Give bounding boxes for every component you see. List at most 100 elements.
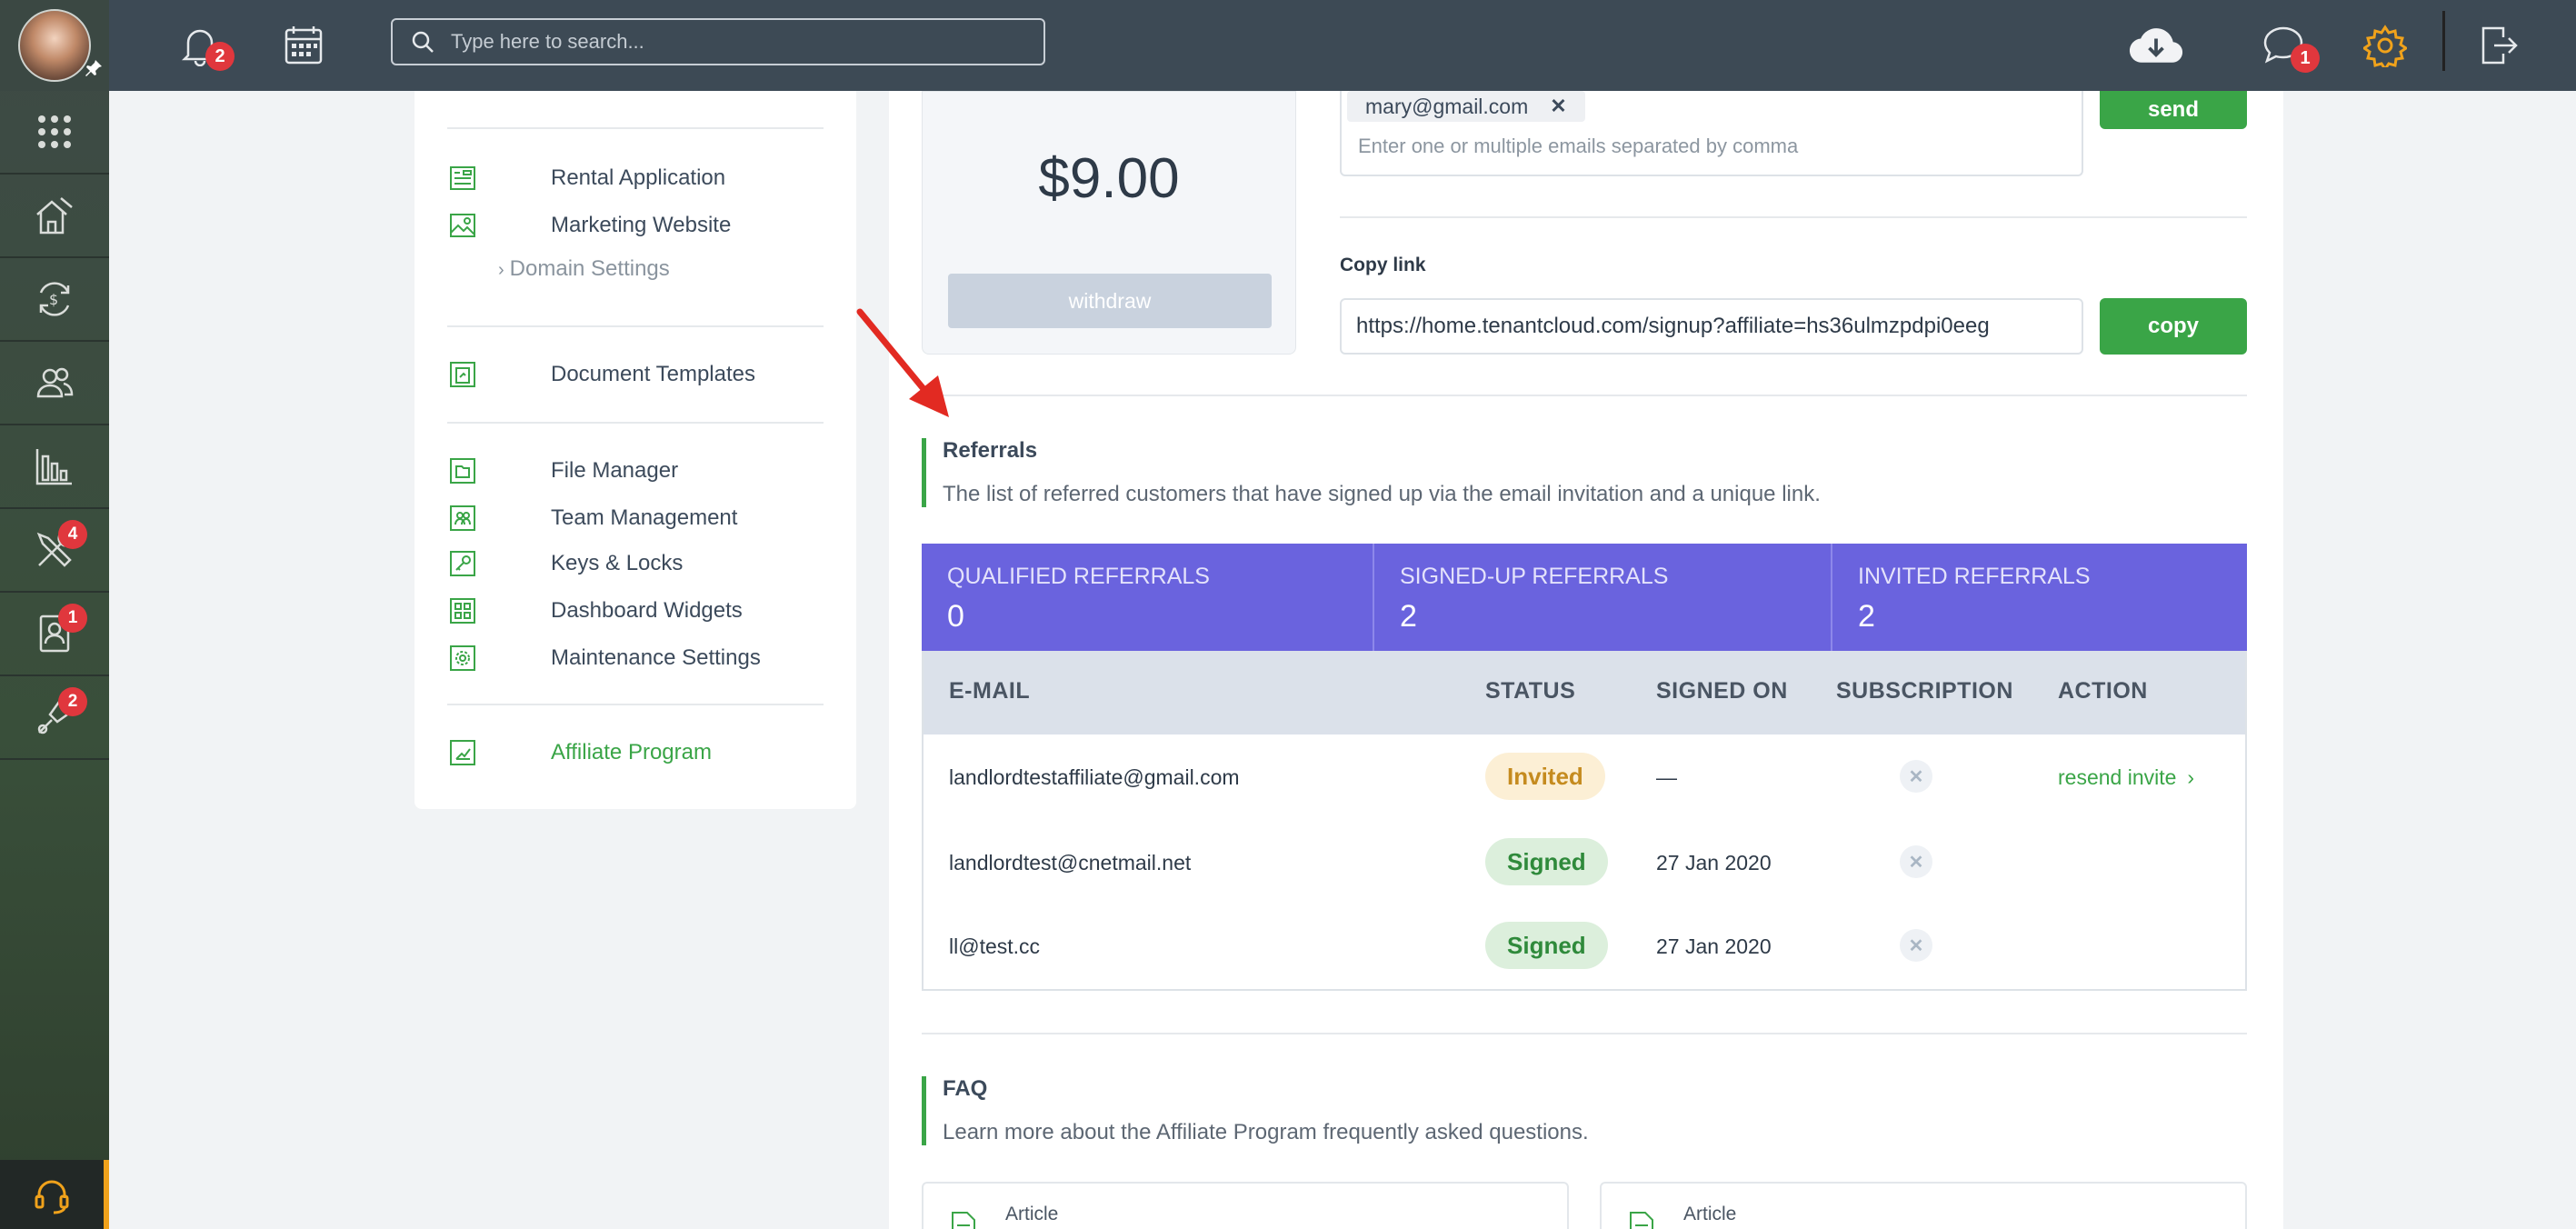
settings-button[interactable] [2358,18,2412,73]
logout-button[interactable] [2472,18,2527,73]
rail-tenants[interactable] [0,342,109,425]
support-button[interactable] [0,1160,109,1229]
menu-item-marketing-website[interactable]: Marketing Website [447,207,731,244]
menu-item-keys-locks[interactable]: Keys & Locks [447,545,683,582]
rail-payments[interactable]: $ [0,258,109,342]
pin-icon [85,60,102,76]
table-row: landlordtest@cnetmail.net Signed 27 Jan … [924,820,2245,905]
remove-chip-icon[interactable]: ✕ [1550,95,1566,118]
send-button[interactable]: send [2100,91,2247,129]
no-subscription-icon: ✕ [1900,760,1932,793]
stat-qualified: QUALIFIED REFERRALS 0 [922,544,1374,651]
user-avatar[interactable] [0,0,109,91]
search-box[interactable]: Type here to search... [391,18,1045,65]
left-rail: $ 4 1 2 [0,0,109,1229]
annotation-arrow-icon [856,308,949,417]
calendar-button[interactable] [276,18,331,73]
resend-invite-link[interactable]: resend invite › [2058,765,2194,790]
apps-grid-icon [38,115,71,148]
menu-item-document-templates[interactable]: Document Templates [447,356,755,393]
faq-title: FAQ [943,1076,988,1101]
rail-contacts[interactable]: 1 [0,593,109,676]
menu-item-domain-settings[interactable]: › Domain Settings [498,256,670,282]
rail-reports[interactable] [0,425,109,509]
chevron-right-icon: › [498,260,504,280]
referral-stats: QUALIFIED REFERRALS 0 SIGNED-UP REFERRAL… [922,544,2247,651]
support-headset-icon [35,1180,69,1214]
menu-item-affiliate-program[interactable]: Affiliate Program [447,734,712,771]
menu-divider [447,422,824,424]
avatar-image [18,9,91,82]
key-icon [447,548,478,579]
menu-item-dashboard-widgets[interactable]: Dashboard Widgets [447,593,743,629]
divider [922,395,2247,396]
article-label: Article [1005,1204,1059,1224]
divider [922,1033,2247,1034]
withdraw-button[interactable]: withdraw [948,274,1272,328]
rail-apps[interactable] [0,91,109,175]
menu-item-maintenance-settings[interactable]: Maintenance Settings [447,640,761,676]
tenants-icon [36,367,74,398]
document-icon [447,359,478,390]
gear-icon [2363,25,2407,67]
referrals-header: Referrals The list of referred customers… [922,438,1821,507]
faq-description: Learn more about the Affiliate Program f… [943,1120,1589,1144]
email-chip-label: mary@gmail.com [1365,94,1529,118]
stat-signed-up: SIGNED-UP REFERRALS 2 [1374,544,1832,651]
referrals-description: The list of referred customers that have… [943,482,1821,506]
chevron-right-icon: › [2187,765,2195,789]
menu-divider [447,127,824,129]
menu-item-team-management[interactable]: Team Management [447,500,737,536]
row-email: landlordtest@cnetmail.net [949,851,1192,874]
column-email: E-MAIL [949,678,1031,704]
row-email: landlordtestaffiliate@gmail.com [949,765,1240,789]
menu-item-file-manager[interactable]: File Manager [447,453,678,489]
top-bar: 2 Type here to search... 1 [109,0,2576,91]
search-placeholder: Type here to search... [451,30,644,53]
email-placeholder: Enter one or multiple emails separated b… [1358,135,1799,157]
copy-button[interactable]: copy [2100,298,2247,355]
team-icon [447,503,478,534]
column-subscription: SUBSCRIPTION [1836,678,2013,704]
faq-article-card[interactable]: Article [1600,1182,2247,1229]
payments-icon: $ [39,282,70,316]
balance-card: $9.00 withdraw [922,91,1296,355]
faq-header: FAQ Learn more about the Affiliate Progr… [922,1076,1589,1145]
logout-icon [2481,26,2518,65]
copy-link-title: Copy link [1340,255,1426,275]
menu-item-rental-application[interactable]: Rental Application [447,160,725,196]
messages-button[interactable]: 1 [2256,18,2320,73]
download-button[interactable] [2129,18,2183,73]
row-email: ll@test.cc [949,934,1041,958]
affiliate-link-field[interactable]: https://home.tenantcloud.com/signup?affi… [1340,298,2083,355]
rail-listings[interactable]: 2 [0,676,109,760]
referrals-title: Referrals [943,438,1038,463]
menu-divider [447,325,824,327]
invite-email-field[interactable]: mary@gmail.com ✕ Enter one or multiple e… [1340,91,2083,176]
folder-icon [447,455,478,486]
faq-article-card[interactable]: Article [922,1182,1569,1229]
rental-application-icon [447,163,478,194]
status-badge: Signed [1485,838,1608,885]
article-label: Article [1683,1204,1737,1224]
article-icon [1630,1212,1653,1229]
maintenance-gear-icon [447,643,478,674]
svg-text:$: $ [49,291,58,308]
notifications-button[interactable]: 2 [173,18,235,73]
rail-properties[interactable] [0,175,109,258]
search-icon [412,31,434,53]
image-icon [447,210,478,241]
divider [1340,216,2247,218]
balance-amount: $9.00 [1038,147,1180,210]
row-signed-on: 27 Jan 2020 [1656,934,1772,958]
row-signed-on: 27 Jan 2020 [1656,851,1772,874]
tools-badge: 4 [58,520,87,549]
reports-icon [35,449,72,485]
contacts-badge: 1 [58,604,87,633]
article-icon [952,1212,975,1229]
column-action: ACTION [2058,678,2148,704]
properties-icon [36,197,73,235]
messages-badge: 1 [2291,44,2320,73]
rail-tools[interactable]: 4 [0,509,109,593]
widgets-icon [447,595,478,626]
